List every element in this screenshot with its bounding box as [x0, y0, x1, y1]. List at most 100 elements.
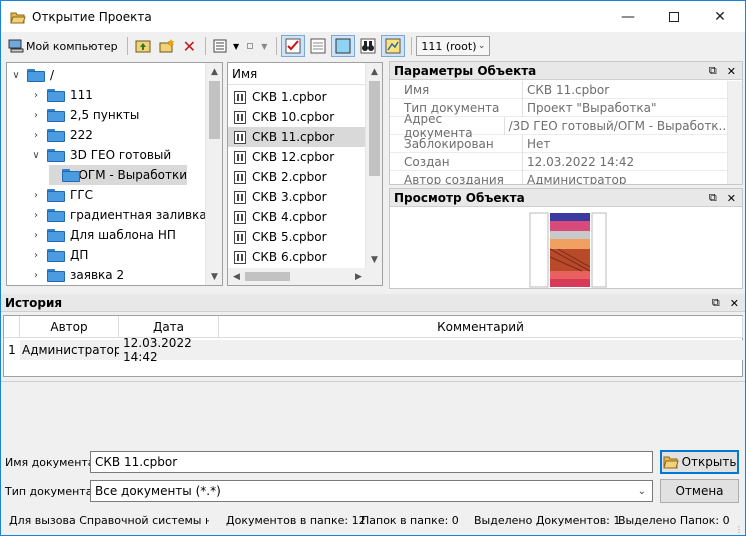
scroll-thumb[interactable]	[209, 81, 220, 139]
borehole-file-icon	[234, 90, 246, 104]
preview-toggle-button[interactable]	[331, 35, 356, 57]
tree-item[interactable]: › градиентная заливка	[29, 205, 207, 225]
chevron-down-icon: ⌄	[477, 41, 486, 51]
tree-item[interactable]: ∨ 3D ГЕО готовый	[29, 145, 171, 165]
close-panel-icon[interactable]: ✕	[727, 192, 736, 205]
restore-panel-icon[interactable]: ⧉	[712, 296, 720, 310]
document-name-input[interactable]: СКВ 11.cpbor	[90, 451, 653, 473]
borehole-file-icon	[234, 230, 246, 244]
open-button[interactable]: Открыть	[660, 450, 739, 474]
root-filter-select[interactable]: 111 (root) ⌄	[416, 36, 491, 56]
tree-item[interactable]: › 222	[29, 125, 93, 145]
tree-item-label: 111	[70, 88, 93, 102]
close-panel-icon[interactable]: ✕	[727, 65, 736, 78]
new-folder-icon	[159, 39, 174, 53]
property-key: Имя	[390, 80, 523, 99]
new-folder-button[interactable]	[156, 35, 178, 57]
column-header-comment[interactable]: Комментарий	[219, 316, 743, 338]
tree-vertical-scrollbar[interactable]: ▲ ▼	[205, 63, 222, 285]
history-author-cell[interactable]: Администратор	[20, 340, 122, 360]
tree-item[interactable]: › 111	[29, 85, 93, 105]
tree-item-label: 2,5 пункты	[70, 108, 140, 122]
chevron-right-icon[interactable]: ›	[29, 210, 43, 221]
file-item[interactable]: СКВ 5.cpbor	[228, 227, 368, 247]
scroll-left-icon[interactable]: ◀	[228, 268, 245, 285]
row-number-header	[4, 316, 20, 338]
property-row[interactable]: Заблокирован Нет	[390, 134, 730, 153]
document-type-select[interactable]: Все документы (*.*) ⌄	[90, 480, 653, 502]
up-folder-button[interactable]	[132, 35, 154, 57]
details-toggle-button[interactable]	[307, 35, 329, 57]
property-value: Нет	[527, 136, 551, 151]
status-folders-selected: Выделено Папок: 0	[618, 514, 730, 527]
tree-item[interactable]: › Для шаблона НП	[29, 225, 176, 245]
tree-item[interactable]: ОГМ - Выработки	[49, 165, 187, 185]
minimize-button[interactable]: —	[605, 1, 651, 32]
divider	[1, 381, 745, 382]
small-square-icon	[247, 43, 254, 49]
folder-up-icon	[135, 40, 151, 53]
file-item[interactable]: СКВ 10.cpbor	[228, 107, 368, 127]
property-row[interactable]: Имя СКВ 11.cpbor	[390, 80, 730, 99]
close-button[interactable]: ✕	[697, 1, 743, 32]
map-toggle-button[interactable]	[381, 35, 406, 57]
property-key: Автор создания	[390, 170, 523, 184]
property-row[interactable]: Создан 12.03.2022 14:42	[390, 152, 730, 171]
tree-item[interactable]: › ГГС	[29, 185, 93, 205]
maximize-button[interactable]	[651, 1, 697, 32]
scroll-thumb[interactable]	[245, 272, 290, 281]
file-list-header[interactable]: Имя ⌃	[228, 63, 367, 85]
chevron-right-icon[interactable]: ›	[29, 90, 43, 101]
scroll-thumb[interactable]	[369, 81, 380, 176]
view-mode-button[interactable]: ▼	[210, 35, 242, 57]
property-row[interactable]: Адрес документа/3D ГЕО готовый/ОГМ - Выр…	[390, 112, 730, 140]
delete-button[interactable]: ✕	[180, 35, 199, 57]
tree-item[interactable]: › ДП	[29, 245, 88, 265]
chevron-right-icon[interactable]: ›	[29, 230, 43, 241]
file-item[interactable]: СКВ 6.cpbor	[228, 247, 368, 267]
chevron-right-icon[interactable]: ›	[29, 130, 43, 141]
delete-icon: ✕	[182, 36, 197, 56]
history-comment-cell[interactable]	[219, 340, 743, 360]
folder-icon	[47, 88, 65, 102]
file-item[interactable]: СКВ 11.cpbor	[228, 127, 368, 147]
chevron-down-icon[interactable]: ∨	[29, 150, 43, 161]
file-item[interactable]: СКВ 2.cpbor	[228, 167, 368, 187]
file-item[interactable]: СКВ 4.cpbor	[228, 207, 368, 227]
tree-item[interactable]: › 2,5 пункты	[29, 105, 139, 125]
tree-item-label: Для шаблона НП	[70, 228, 176, 242]
tree-item[interactable]: › заявка 2	[29, 265, 124, 285]
my-computer-button[interactable]: Мой компьютер	[5, 35, 121, 57]
tree-item[interactable]: ∨ /	[9, 65, 54, 85]
file-item[interactable]: СКВ 12.cpbor	[228, 147, 368, 167]
scroll-down-icon[interactable]: ▼	[206, 268, 222, 285]
scroll-down-icon[interactable]: ▼	[366, 251, 382, 268]
history-date-cell[interactable]: 12.03.2022 14:42	[119, 336, 219, 364]
resize-grip-icon[interactable]: ⋮	[735, 525, 743, 534]
close-panel-icon[interactable]: ✕	[730, 297, 739, 310]
cancel-button[interactable]: Отмена	[660, 479, 739, 503]
scroll-up-icon[interactable]: ▲	[206, 63, 222, 80]
scroll-up-icon[interactable]: ▲	[366, 63, 382, 80]
chevron-right-icon[interactable]: ›	[29, 110, 43, 121]
chevron-down-icon[interactable]: ∨	[9, 70, 23, 81]
property-key: Создан	[390, 152, 523, 171]
restore-panel-icon[interactable]: ⧉	[709, 64, 717, 78]
files-vertical-scrollbar[interactable]: ▲ ▼	[365, 63, 382, 268]
file-item[interactable]: СКВ 3.cpbor	[228, 187, 368, 207]
chevron-right-icon[interactable]: ›	[29, 250, 43, 261]
sort-button[interactable]: ▼	[244, 35, 270, 57]
chevron-right-icon[interactable]: ›	[29, 270, 43, 281]
restore-panel-icon[interactable]: ⧉	[709, 191, 717, 205]
find-button[interactable]	[357, 35, 379, 57]
property-value: /3D ГЕО готовый/ОГМ - Выработк...	[508, 118, 730, 133]
chevron-right-icon[interactable]: ›	[29, 190, 43, 201]
file-item[interactable]: СКВ 1.cpbor	[228, 87, 368, 107]
checkmark-toggle-button[interactable]	[281, 35, 306, 57]
files-horizontal-scrollbar[interactable]: ◀ ▶	[228, 268, 367, 285]
dropdown-arrow-icon: ▼	[233, 41, 240, 51]
property-row[interactable]: Автор создания Администратор	[390, 170, 730, 184]
column-header-author[interactable]: Автор	[20, 316, 119, 338]
props-vertical-scrollbar[interactable]	[727, 81, 742, 184]
column-header-date[interactable]: Дата	[119, 316, 219, 338]
